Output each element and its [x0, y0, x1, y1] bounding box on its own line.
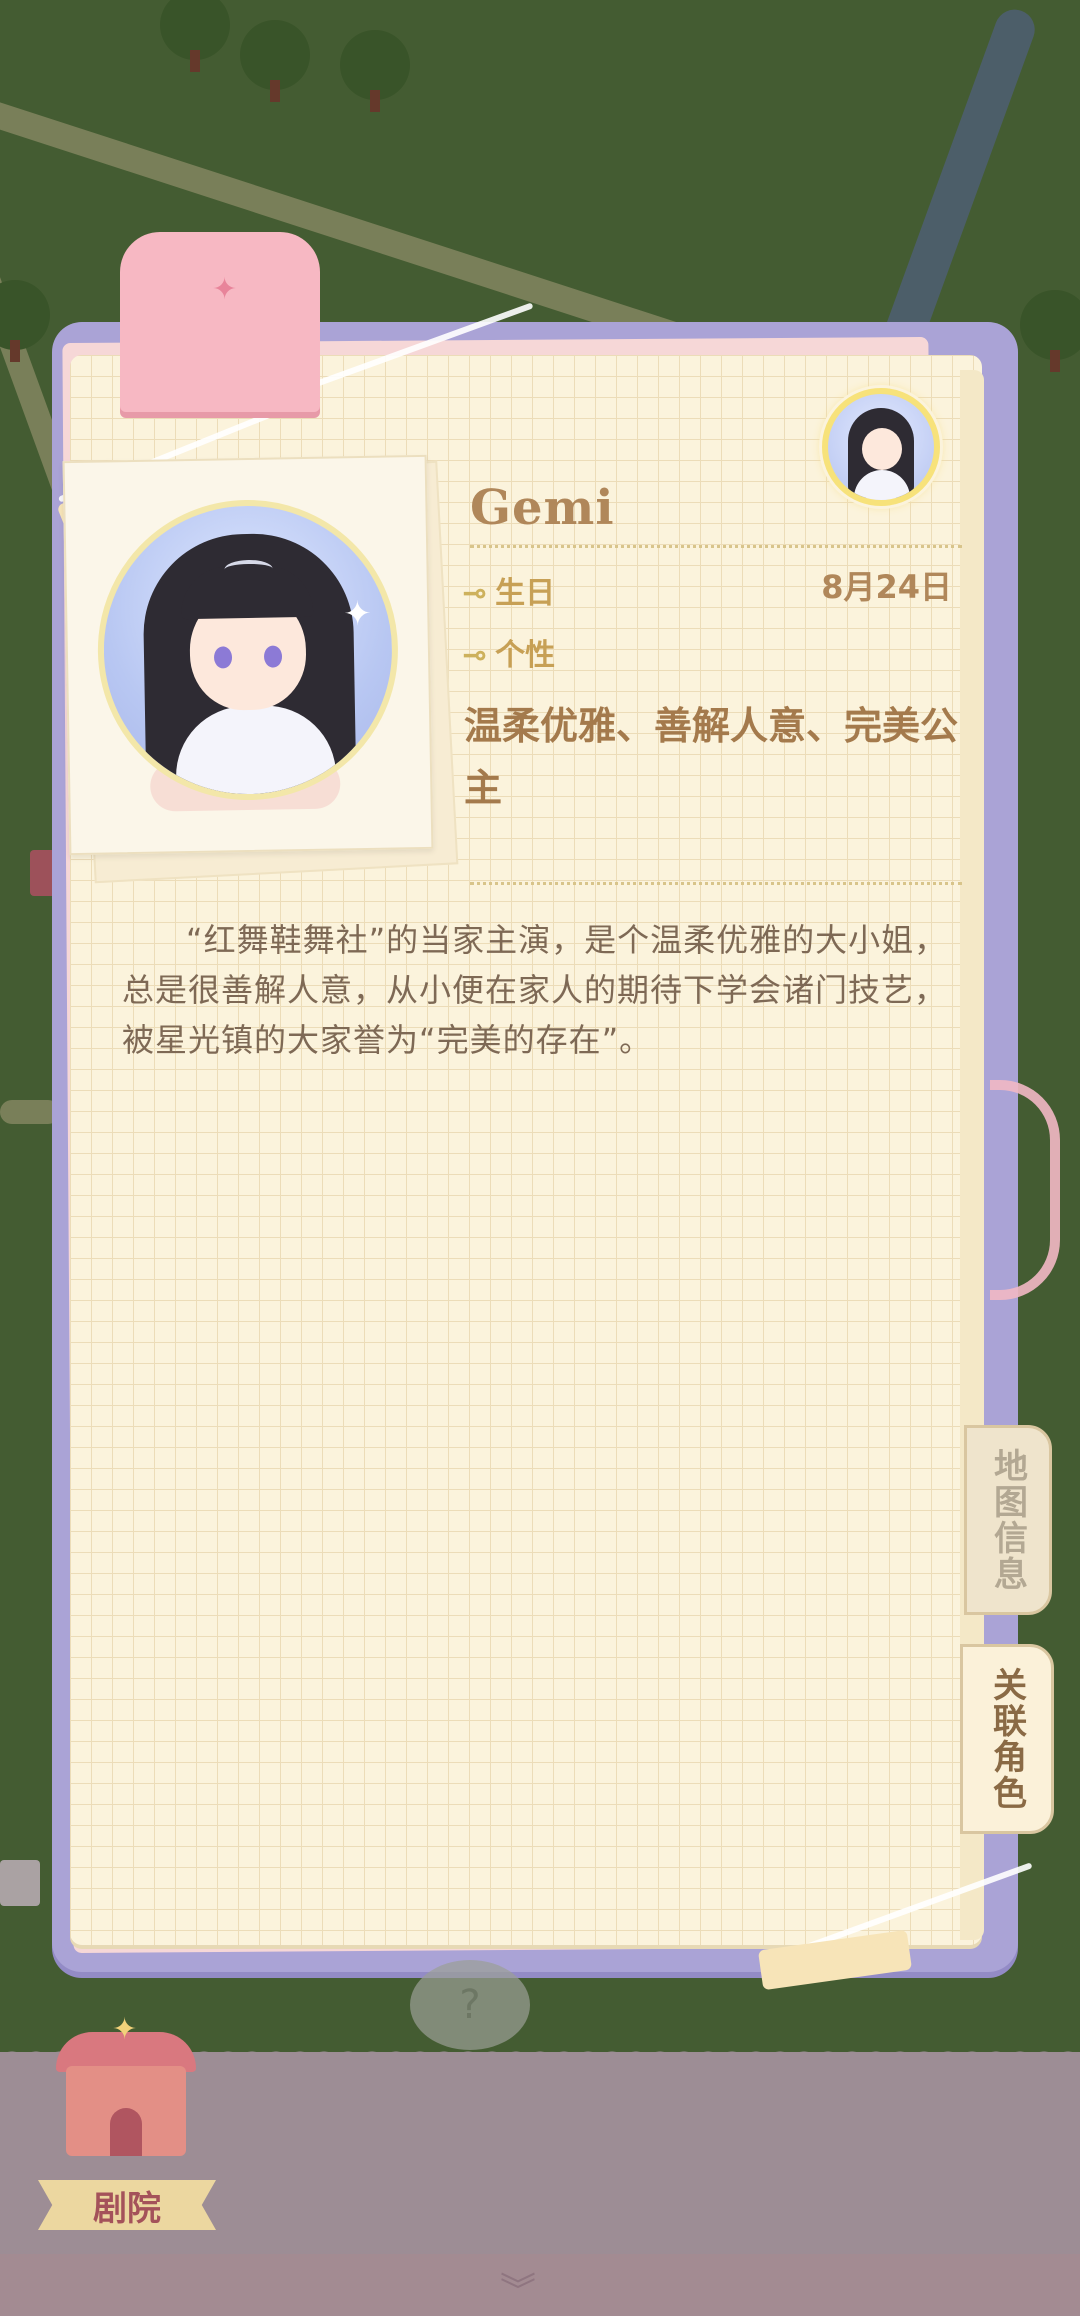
- star-icon: ✦: [112, 2012, 138, 2047]
- bottom-strip: [0, 2254, 1080, 2316]
- tiara-icon: [224, 559, 273, 579]
- birthday-label-row: ⊸ 生日: [462, 568, 555, 612]
- sparkle-icon: ✦: [342, 593, 373, 635]
- location-label[interactable]: 剧院: [38, 2180, 216, 2230]
- character-description: “红舞鞋舞社”的当家主演，是个温柔优雅的大小姐，总是很善解人意，从小便在家人的期…: [122, 921, 948, 1059]
- arrow-icon: ⊸: [462, 576, 488, 611]
- card-tag: ✦: [120, 232, 320, 412]
- dotted-divider: [470, 545, 962, 548]
- dotted-divider: [470, 882, 962, 885]
- character-name: Gemi: [470, 480, 615, 536]
- chevron-down-icon[interactable]: ︾: [500, 2262, 536, 2314]
- personality-label-row: ⊸ 个性: [462, 630, 555, 674]
- theater-door: [110, 2108, 142, 2156]
- personality-traits: 温柔优雅、善解人意、完美公主: [464, 704, 959, 810]
- pink-ribbon: [990, 1080, 1060, 1300]
- star-icon: ✦: [212, 272, 238, 307]
- avatar-face: [862, 428, 902, 470]
- character-avatar-button[interactable]: [822, 388, 940, 506]
- tab-map-info[interactable]: 地图信息: [964, 1425, 1052, 1615]
- arrow-icon: ⊸: [462, 638, 488, 673]
- tab-related-characters[interactable]: 关联角色: [960, 1644, 1054, 1834]
- theater-icon[interactable]: ✦: [56, 2012, 196, 2162]
- character-portrait: ✦: [95, 497, 401, 803]
- personality-label: 个性: [495, 638, 556, 673]
- portrait-polaroid: ✦: [62, 454, 434, 856]
- unknown-location-icon: ?: [410, 1960, 530, 2050]
- birthday-label: 生日: [495, 576, 556, 611]
- birthday-value: 8月24日: [821, 568, 952, 606]
